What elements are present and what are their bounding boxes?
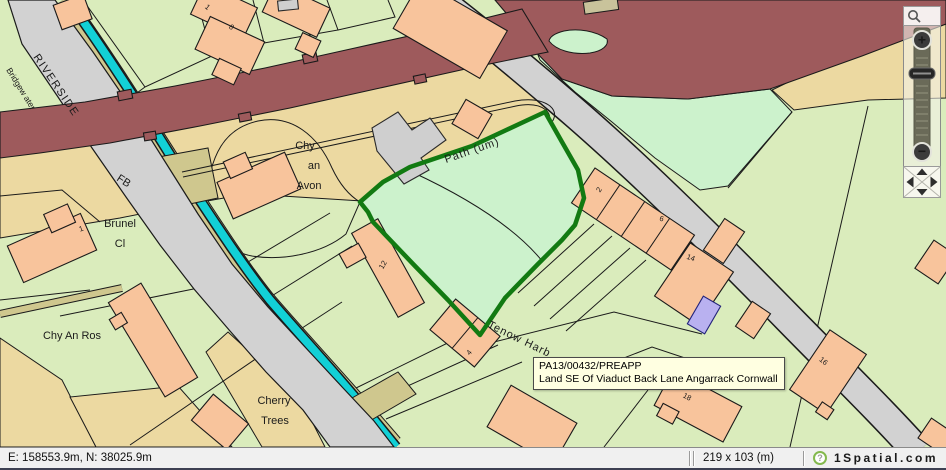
- map-canvas[interactable]: RIVERSIDE Bridgew ater FB Brunel Cl Chy …: [0, 0, 946, 447]
- brand-area: ? 1Spatial.com: [806, 451, 946, 465]
- help-icon[interactable]: ?: [813, 451, 827, 465]
- zoom-in-button[interactable]: +: [913, 31, 931, 49]
- tooltip-address: Land SE Of Viaduct Back Lane Angarrack C…: [539, 373, 778, 386]
- statusbar-divider: [689, 451, 691, 466]
- tooltip-reference: PA13/00432/PREAPP: [539, 360, 778, 373]
- zoom-slider-handle[interactable]: [909, 68, 935, 79]
- zoom-in-label: +: [918, 32, 926, 48]
- label-brunel: Brunel: [104, 218, 136, 230]
- status-bar: E: 158553.9m, N: 38025.9m 219 x 103 (m) …: [0, 447, 946, 468]
- map-application-window: RIVERSIDE Bridgew ater FB Brunel Cl Chy …: [0, 0, 946, 470]
- label-chy: Chy: [295, 140, 315, 152]
- zoom-out-button[interactable]: −: [913, 143, 931, 161]
- map-extent-size: 219 x 103 (m): [696, 452, 802, 464]
- label-trees: Trees: [261, 415, 289, 427]
- label-cherry: Cherry: [257, 395, 291, 407]
- cursor-coordinates: E: 158553.9m, N: 38025.9m: [0, 452, 688, 464]
- map-tooltip: PA13/00432/PREAPP Land SE Of Viaduct Bac…: [533, 357, 785, 390]
- label-chy-an-ros: Chy An Ros: [43, 330, 102, 342]
- label-an: an: [308, 160, 320, 172]
- brand-text: 1Spatial.com: [834, 451, 938, 465]
- map-controls-panel: + −: [903, 6, 941, 198]
- label-brunel-cl: Cl: [115, 238, 125, 250]
- magnifier-button[interactable]: [904, 7, 941, 26]
- statusbar-divider: [803, 451, 805, 466]
- map-viewport[interactable]: RIVERSIDE Bridgew ater FB Brunel Cl Chy …: [0, 0, 946, 447]
- pan-pad: [904, 167, 941, 198]
- label-avon: Avon: [297, 180, 322, 192]
- statusbar-divider: [693, 451, 695, 466]
- zoom-out-label: −: [918, 143, 926, 159]
